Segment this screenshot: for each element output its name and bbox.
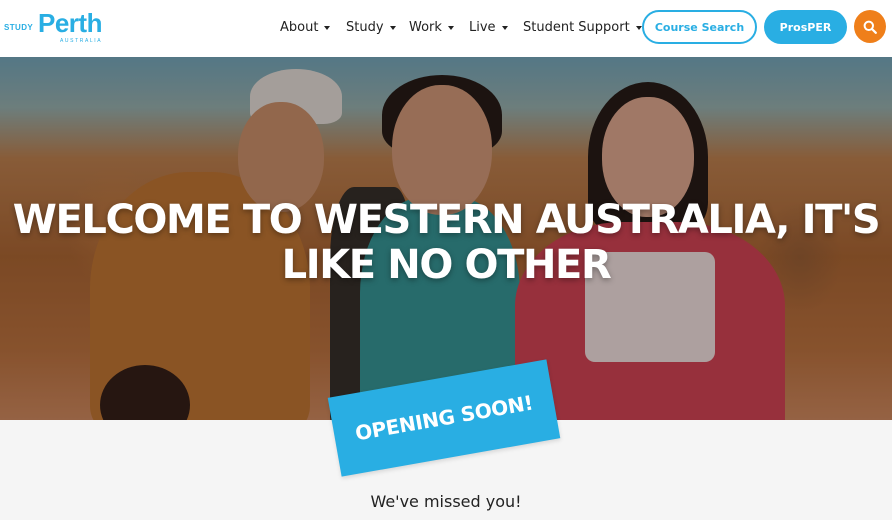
search-icon <box>863 20 877 34</box>
missed-you-heading: We've missed you! <box>370 492 522 511</box>
nav-label: Student Support <box>523 19 630 35</box>
chevron-down-icon <box>635 26 642 30</box>
chevron-down-icon <box>501 26 508 30</box>
logo-australia-text: AUSTRALIA <box>60 38 103 44</box>
hero-title-line-2: LIKE NO OTHER <box>281 242 612 288</box>
study-perth-logo[interactable]: STUDY Perth AUSTRALIA <box>4 8 104 48</box>
chevron-down-icon <box>447 26 454 30</box>
nav-label: Live <box>469 19 496 35</box>
hero-title-line-1: WELCOME TO WESTERN AUSTRALIA, IT'S <box>12 197 881 243</box>
chevron-down-icon <box>389 26 396 30</box>
site-header: STUDY Perth AUSTRALIA About Study Work L… <box>0 0 892 57</box>
nav-item-about[interactable]: About <box>280 18 331 36</box>
course-search-button[interactable]: Course Search <box>642 10 757 44</box>
logo-perth-text: Perth <box>38 8 102 38</box>
hero-title: WELCOME TO WESTERN AUSTRALIA, IT'S LIKE … <box>0 198 892 288</box>
nav-item-live[interactable]: Live <box>469 18 508 36</box>
nav-item-study[interactable]: Study <box>346 18 396 36</box>
nav-label: Work <box>409 19 442 35</box>
logo-study-text: STUDY <box>4 23 34 32</box>
nav-item-student-support[interactable]: Student Support <box>523 18 642 36</box>
nav-item-work[interactable]: Work <box>409 18 454 36</box>
nav-label: About <box>280 19 319 35</box>
opening-soon-label: OPENING SOON! <box>353 390 535 446</box>
prosper-button[interactable]: ProsPER <box>764 10 847 44</box>
chevron-down-icon <box>324 26 331 30</box>
search-button[interactable] <box>854 10 886 43</box>
nav-label: Study <box>346 19 384 35</box>
